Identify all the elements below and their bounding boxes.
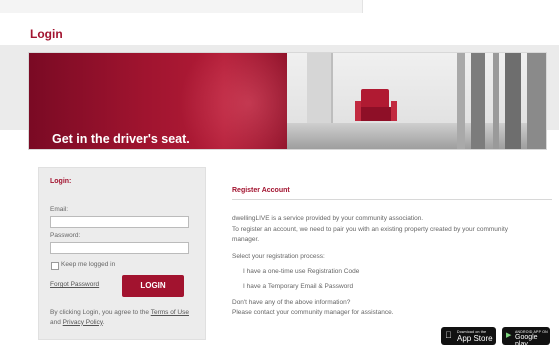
terms-link[interactable]: Terms of Use	[151, 309, 189, 316]
hero-photo	[287, 53, 546, 149]
email-label: Email:	[50, 206, 69, 213]
hero-tagline: Get in the driver's seat.	[52, 132, 190, 146]
terms-notice: By clicking Login, you agree to the Term…	[50, 308, 198, 327]
password-label: Password:	[50, 232, 81, 239]
google-play-label: Google play	[515, 334, 538, 348]
terms-and: and	[50, 318, 63, 326]
register-intro-1: dwellingLIVE is a service provided by yo…	[232, 215, 424, 222]
login-button[interactable]: LOGIN	[122, 275, 184, 297]
login-panel: Login: Email: Password: Keep me logged i…	[38, 167, 206, 340]
no-info-text: Don't have any of the above information?	[232, 299, 351, 306]
contact-manager-text: Please contact your community manager fo…	[232, 309, 394, 316]
temporary-email-option[interactable]: I have a Temporary Email & Password	[243, 283, 353, 290]
password-input[interactable]	[50, 242, 189, 254]
apple-icon: 	[445, 331, 452, 340]
terms-suffix: .	[102, 318, 105, 326]
register-title: Register Account	[232, 187, 290, 194]
login-heading: Login:	[50, 178, 72, 185]
app-store-label: App Store	[457, 334, 493, 343]
registration-code-option[interactable]: I have a one-time use Registration Code	[243, 268, 359, 275]
register-intro-3: manager.	[232, 236, 260, 243]
play-icon: ▶	[506, 332, 512, 339]
forgot-password-link[interactable]: Forgot Password	[50, 281, 99, 288]
privacy-link[interactable]: Privacy Policy	[63, 319, 103, 326]
keep-logged-in-label[interactable]: Keep me logged in	[61, 261, 115, 268]
app-store-button[interactable]:  Download on the App Store	[441, 327, 496, 345]
register-divider	[232, 199, 552, 200]
page-title: Login	[30, 27, 63, 41]
keep-logged-in-checkbox[interactable]	[51, 262, 59, 270]
hero-banner: Get in the driver's seat.	[28, 52, 547, 150]
terms-prefix: By clicking Login, you agree to the	[50, 309, 151, 316]
email-input[interactable]	[50, 216, 189, 228]
top-strip	[0, 0, 559, 13]
register-intro-2: To register an account, we need to pair …	[232, 226, 509, 233]
top-strip-right	[362, 0, 559, 13]
select-process-text: Select your registration process:	[232, 253, 325, 260]
google-play-button[interactable]: ▶ ANDROID APP ON Google play	[502, 327, 550, 348]
chair-image	[361, 89, 389, 109]
